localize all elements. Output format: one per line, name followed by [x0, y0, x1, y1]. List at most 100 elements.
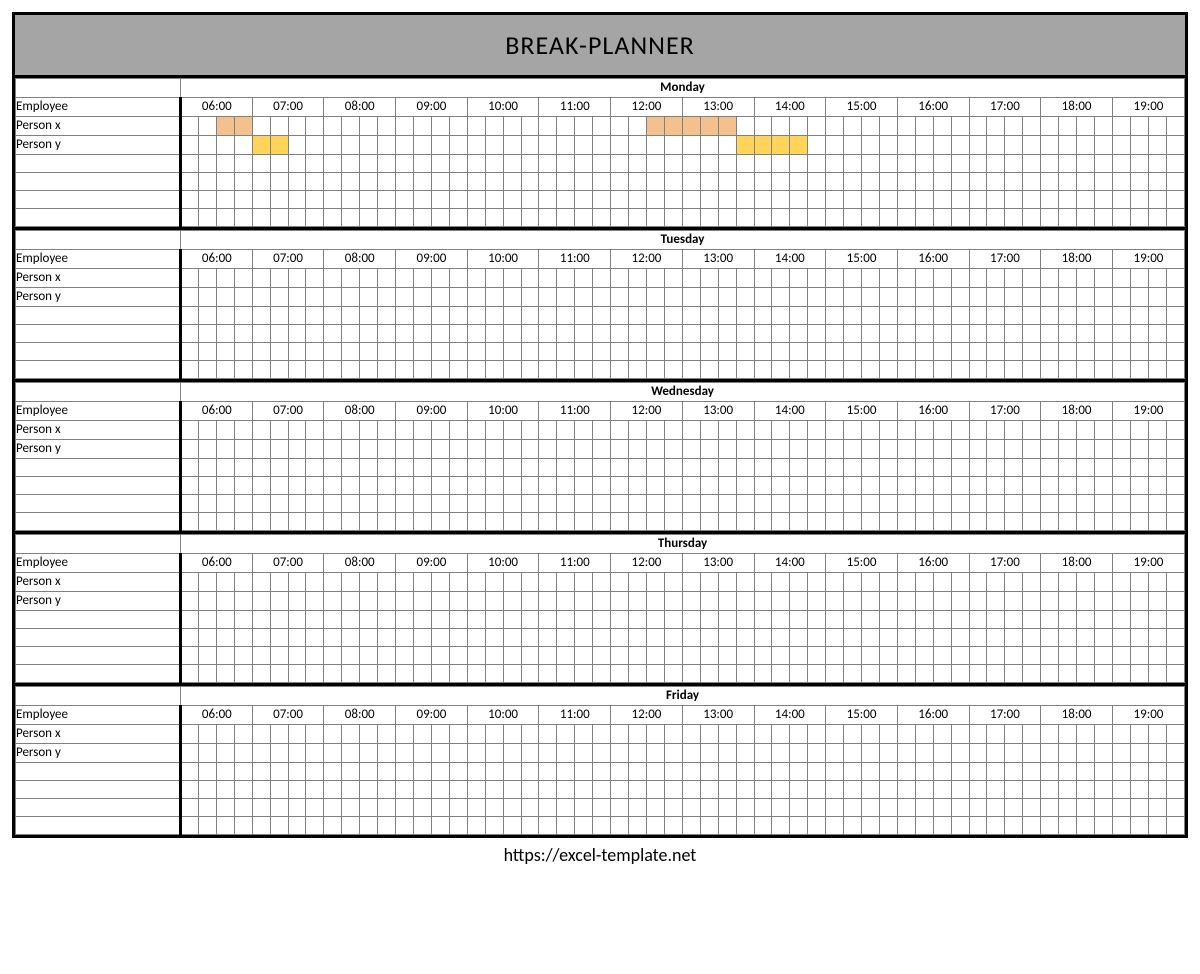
time-slot[interactable] [862, 117, 880, 136]
time-slot[interactable] [467, 440, 485, 459]
time-slot[interactable] [575, 781, 593, 799]
time-slot[interactable] [1005, 647, 1023, 665]
time-slot[interactable] [503, 421, 521, 440]
time-slot[interactable] [306, 421, 324, 440]
time-slot[interactable] [862, 155, 880, 173]
time-slot[interactable] [449, 592, 467, 611]
time-slot[interactable] [1023, 155, 1041, 173]
time-slot[interactable] [216, 781, 234, 799]
time-slot[interactable] [1041, 611, 1059, 629]
time-slot[interactable] [252, 781, 270, 799]
time-slot[interactable] [862, 191, 880, 209]
time-slot[interactable] [664, 744, 682, 763]
time-slot[interactable] [664, 799, 682, 817]
time-slot[interactable] [234, 136, 252, 155]
time-slot[interactable] [1023, 117, 1041, 136]
time-slot[interactable] [234, 725, 252, 744]
time-slot[interactable] [754, 763, 772, 781]
time-slot[interactable] [181, 611, 199, 629]
time-slot[interactable] [844, 763, 862, 781]
time-slot[interactable] [216, 799, 234, 817]
time-slot[interactable] [897, 361, 915, 379]
time-slot[interactable] [646, 477, 664, 495]
time-slot[interactable] [951, 191, 969, 209]
time-slot[interactable] [324, 665, 342, 683]
time-slot[interactable] [862, 209, 880, 227]
time-slot[interactable] [575, 155, 593, 173]
time-slot[interactable] [324, 817, 342, 835]
time-slot[interactable] [181, 117, 199, 136]
time-slot[interactable] [664, 573, 682, 592]
time-slot[interactable] [378, 440, 396, 459]
time-slot[interactable] [181, 763, 199, 781]
time-slot[interactable] [252, 799, 270, 817]
time-slot[interactable] [198, 744, 216, 763]
time-slot[interactable] [485, 799, 503, 817]
time-slot[interactable] [1095, 629, 1113, 647]
time-slot[interactable] [951, 611, 969, 629]
time-slot[interactable] [664, 592, 682, 611]
time-slot[interactable] [288, 629, 306, 647]
time-slot[interactable] [198, 307, 216, 325]
time-slot[interactable] [1148, 629, 1166, 647]
time-slot[interactable] [754, 513, 772, 531]
time-slot[interactable] [969, 155, 987, 173]
time-slot[interactable] [897, 799, 915, 817]
time-slot[interactable] [324, 343, 342, 361]
time-slot[interactable] [485, 191, 503, 209]
time-slot[interactable] [1077, 725, 1095, 744]
time-slot[interactable] [360, 173, 378, 191]
time-slot[interactable] [808, 361, 826, 379]
time-slot[interactable] [969, 665, 987, 683]
time-slot[interactable] [270, 117, 288, 136]
time-slot[interactable] [933, 440, 951, 459]
time-slot[interactable] [413, 209, 431, 227]
time-slot[interactable] [198, 136, 216, 155]
time-slot[interactable] [467, 573, 485, 592]
time-slot[interactable] [987, 343, 1005, 361]
time-slot[interactable] [396, 495, 414, 513]
time-slot[interactable] [485, 744, 503, 763]
employee-label[interactable]: Person y [16, 744, 181, 763]
time-slot[interactable] [360, 573, 378, 592]
time-slot[interactable] [575, 136, 593, 155]
time-slot[interactable] [521, 799, 539, 817]
time-slot[interactable] [252, 325, 270, 343]
time-slot[interactable] [826, 307, 844, 325]
time-slot[interactable] [413, 325, 431, 343]
time-slot[interactable] [1148, 592, 1166, 611]
time-slot[interactable] [844, 629, 862, 647]
time-slot[interactable] [575, 495, 593, 513]
time-slot[interactable] [1041, 744, 1059, 763]
time-slot[interactable] [933, 209, 951, 227]
time-slot[interactable] [808, 288, 826, 307]
time-slot[interactable] [198, 763, 216, 781]
time-slot[interactable] [664, 117, 682, 136]
time-slot[interactable] [862, 269, 880, 288]
time-slot[interactable] [198, 513, 216, 531]
time-slot[interactable] [360, 495, 378, 513]
time-slot[interactable] [431, 611, 449, 629]
time-slot[interactable] [593, 781, 611, 799]
time-slot[interactable] [467, 459, 485, 477]
time-slot[interactable] [198, 725, 216, 744]
time-slot[interactable] [1041, 421, 1059, 440]
time-slot[interactable] [431, 173, 449, 191]
time-slot[interactable] [844, 136, 862, 155]
time-slot[interactable] [1005, 343, 1023, 361]
time-slot[interactable] [413, 763, 431, 781]
time-slot[interactable] [664, 191, 682, 209]
time-slot[interactable] [593, 421, 611, 440]
time-slot[interactable] [987, 173, 1005, 191]
time-slot[interactable] [772, 343, 790, 361]
time-slot[interactable] [413, 459, 431, 477]
time-slot[interactable] [933, 307, 951, 325]
time-slot[interactable] [754, 725, 772, 744]
time-slot[interactable] [987, 763, 1005, 781]
time-slot[interactable] [467, 325, 485, 343]
time-slot[interactable] [1041, 440, 1059, 459]
time-slot[interactable] [897, 155, 915, 173]
time-slot[interactable] [1023, 307, 1041, 325]
time-slot[interactable] [969, 763, 987, 781]
time-slot[interactable] [718, 763, 736, 781]
